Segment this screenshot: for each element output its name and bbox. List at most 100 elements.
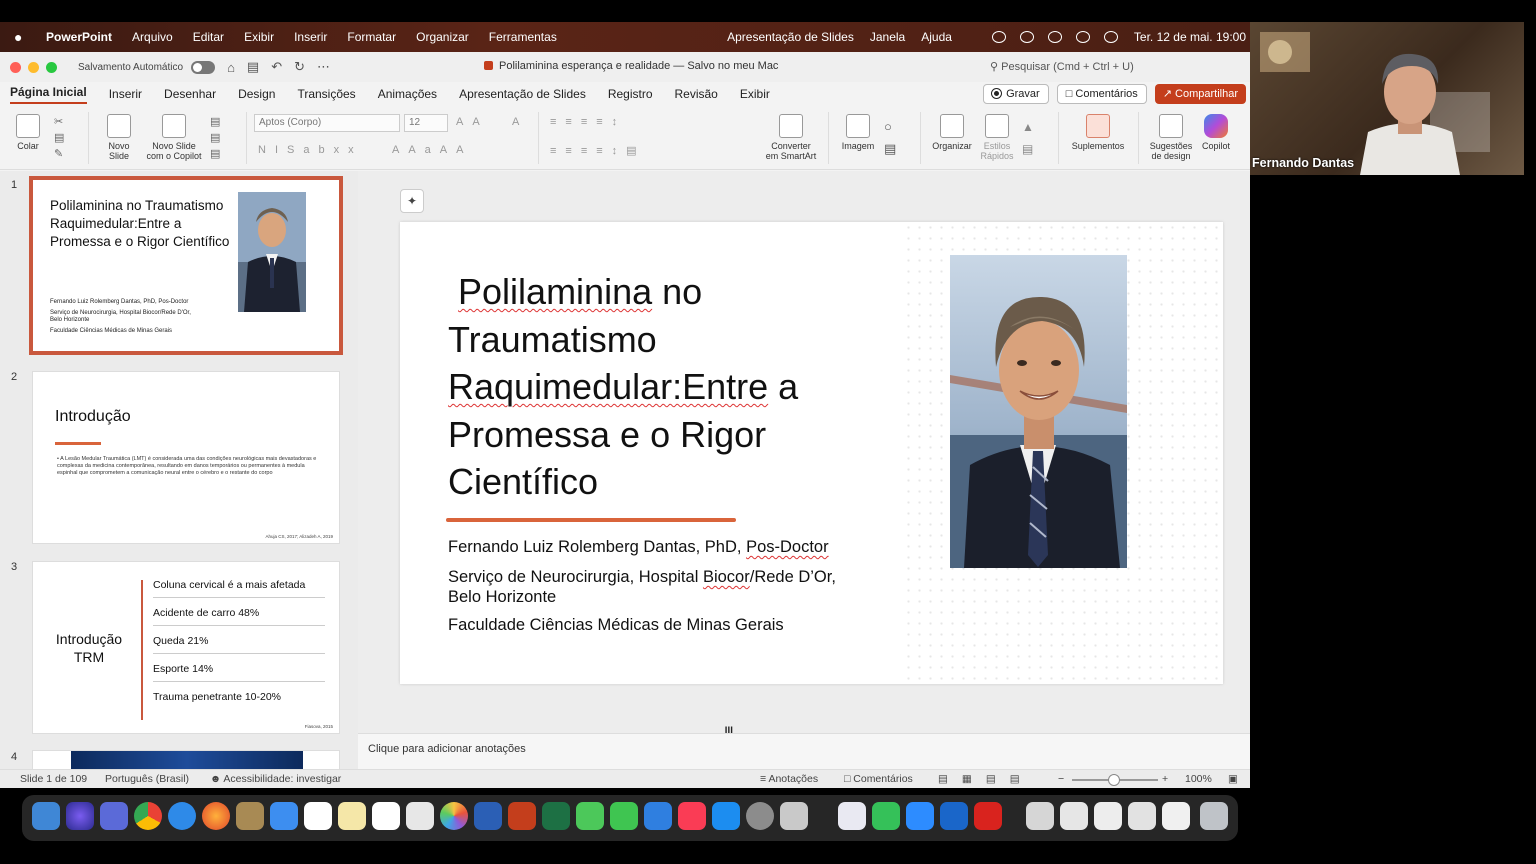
- search-icon[interactable]: [1047, 31, 1062, 43]
- menu-ajuda[interactable]: Ajuda: [921, 30, 952, 44]
- menu-editar[interactable]: Editar: [193, 30, 224, 44]
- arrange-button[interactable]: Organizar: [928, 114, 976, 151]
- presenter-photo[interactable]: [950, 255, 1127, 568]
- slide-faculty[interactable]: Faculdade Ciências Médicas de Minas Gera…: [448, 616, 784, 635]
- save-icon[interactable]: ▤: [247, 59, 259, 75]
- recent-window-icon[interactable]: [1060, 802, 1088, 830]
- new-slide-button[interactable]: Novo Slide: [100, 114, 138, 161]
- shapes-textbox-icons[interactable]: ○ ▤: [884, 116, 896, 160]
- facetime-icon[interactable]: [610, 802, 638, 830]
- messages-icon[interactable]: [576, 802, 604, 830]
- menu-formatar[interactable]: Formatar: [347, 30, 396, 44]
- notes-toggle[interactable]: ≡ Anotações: [760, 773, 818, 785]
- notes-app-icon[interactable]: [338, 802, 366, 830]
- menu-inserir[interactable]: Inserir: [294, 30, 327, 44]
- tab-inserir[interactable]: Inserir: [109, 87, 142, 101]
- quick-styles-button[interactable]: Estilos Rápidos: [976, 114, 1018, 161]
- photos-icon[interactable]: [440, 802, 468, 830]
- music-icon[interactable]: [678, 802, 706, 830]
- outlook-icon[interactable]: [940, 802, 968, 830]
- mail-icon[interactable]: [270, 802, 298, 830]
- document-app-icon[interactable]: [838, 802, 866, 830]
- app-store-icon[interactable]: [712, 802, 740, 830]
- document-title[interactable]: Polilaminina esperança e realidade — Sal…: [484, 60, 778, 72]
- bold-italic-underline-icons[interactable]: NISabxx: [258, 144, 363, 156]
- design-ideas-button[interactable]: Sugestões de design: [1144, 114, 1198, 161]
- tab-exibir[interactable]: Exibir: [740, 87, 770, 101]
- font-name-select[interactable]: Aptos (Corpo): [254, 114, 400, 132]
- slide-author[interactable]: Fernando Luiz Rolemberg Dantas, PhD, Pos…: [448, 538, 829, 557]
- menu-arquivo[interactable]: Arquivo: [132, 30, 173, 44]
- thumb-slide-1[interactable]: Polilaminina no Traumatismo Raquimedular…: [29, 176, 343, 355]
- word-icon[interactable]: [474, 802, 502, 830]
- paste-button[interactable]: Colar: [10, 114, 46, 151]
- finder-icon[interactable]: [32, 802, 60, 830]
- comments-toggle[interactable]: □ Comentários: [844, 773, 913, 785]
- tab-desenhar[interactable]: Desenhar: [164, 87, 216, 101]
- siri-icon[interactable]: [1103, 31, 1118, 43]
- view-mode-icons[interactable]: ▤▦▤▤: [938, 773, 1034, 785]
- tab-transicoes[interactable]: Transições: [297, 87, 355, 101]
- powerpoint-icon[interactable]: [508, 802, 536, 830]
- tab-apresentacao[interactable]: Apresentação de Slides: [459, 87, 586, 101]
- cut-copy-format-icons[interactable]: ✂ ▤ ✎: [54, 114, 64, 162]
- layout-reset-section-icons[interactable]: ▤ ▤ ▤: [210, 114, 220, 162]
- calendar-icon[interactable]: [304, 802, 332, 830]
- folder-app-icon[interactable]: [236, 802, 264, 830]
- safari-icon[interactable]: [168, 802, 196, 830]
- acrobat-icon[interactable]: [974, 802, 1002, 830]
- utility-icon[interactable]: [780, 802, 808, 830]
- comments-button[interactable]: □ Comentários: [1056, 84, 1147, 104]
- smartart-button[interactable]: Converter em SmartArt: [760, 114, 822, 161]
- menu-apresentacao[interactable]: Apresentação de Slides: [727, 30, 854, 44]
- user-icon[interactable]: [1019, 31, 1034, 43]
- autosave-toggle[interactable]: [191, 60, 216, 74]
- recent-file-icon[interactable]: [1026, 802, 1054, 830]
- zoom-level[interactable]: 100%: [1185, 773, 1212, 785]
- fill-outline-icons[interactable]: ▲ ▤: [1022, 116, 1034, 160]
- menu-app[interactable]: PowerPoint: [46, 30, 112, 44]
- menu-exibir[interactable]: Exibir: [244, 30, 274, 44]
- apple-icon[interactable]: ●: [14, 29, 36, 45]
- more-icon[interactable]: ⋯: [317, 59, 330, 75]
- current-slide[interactable]: Polilaminina no Traumatismo Raquimedular…: [400, 222, 1223, 684]
- grow-shrink-font-icons[interactable]: AA: [456, 116, 489, 128]
- clear-format-icon[interactable]: A: [512, 116, 528, 128]
- green-app-icon[interactable]: [872, 802, 900, 830]
- slide-title[interactable]: Polilaminina no Traumatismo Raquimedular…: [448, 268, 888, 506]
- menu-janela[interactable]: Janela: [870, 30, 905, 44]
- tab-design[interactable]: Design: [238, 87, 275, 101]
- undo-icon[interactable]: ↶: [271, 59, 282, 75]
- accessibility-status[interactable]: ☻ Acessibilidade: investigar: [210, 773, 341, 785]
- trash-icon[interactable]: [1200, 802, 1228, 830]
- home-icon[interactable]: ⌂: [227, 60, 235, 75]
- system-settings-icon[interactable]: [746, 802, 774, 830]
- fit-slide-icon[interactable]: ▣: [1228, 773, 1238, 785]
- menu-organizar[interactable]: Organizar: [416, 30, 469, 44]
- language-status[interactable]: Português (Brasil): [105, 773, 189, 785]
- keynote-icon[interactable]: [644, 802, 672, 830]
- align-icons[interactable]: ≡≡≡≡↕▤: [550, 144, 646, 157]
- freeform-icon[interactable]: [372, 802, 400, 830]
- share-button[interactable]: ↗ Compartilhar: [1154, 84, 1246, 104]
- font-size-select[interactable]: 12: [404, 114, 448, 132]
- preview-icon[interactable]: [406, 802, 434, 830]
- notes-pane[interactable]: Clique para adicionar anotações: [358, 733, 1250, 769]
- search-input[interactable]: ⚲ Pesquisar (Cmd + Ctrl + U): [984, 58, 1246, 77]
- thumb-slide-2[interactable]: Introdução • A Lesão Medular Traumática …: [32, 371, 340, 544]
- font-effects-icons[interactable]: AAaAA: [392, 144, 472, 156]
- excel-icon[interactable]: [542, 802, 570, 830]
- addins-button[interactable]: Suplementos: [1066, 114, 1130, 151]
- redo-icon[interactable]: ↻: [294, 59, 305, 75]
- copilot-button[interactable]: Copilot: [1198, 114, 1234, 151]
- zoom-slider-handle[interactable]: [1108, 774, 1120, 786]
- copilot-slide-button[interactable]: Novo Slide com o Copilot: [140, 114, 208, 161]
- thumb-slide-4[interactable]: [32, 750, 340, 769]
- tab-registro[interactable]: Registro: [608, 87, 653, 101]
- zoom-icon[interactable]: [906, 802, 934, 830]
- wifi-icon[interactable]: [991, 31, 1006, 43]
- close-window-icon[interactable]: [10, 61, 21, 73]
- tab-revisao[interactable]: Revisão: [675, 87, 718, 101]
- tab-pagina-inicial[interactable]: Página Inicial: [10, 85, 87, 104]
- launchpad-icon[interactable]: [100, 802, 128, 830]
